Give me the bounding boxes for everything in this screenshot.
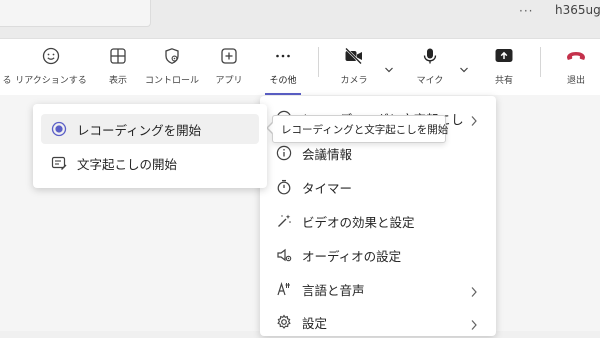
more-label: その他 [269, 76, 297, 86]
share-button[interactable]: 共有 [484, 39, 524, 95]
microphone-icon [421, 47, 439, 65]
leave-button[interactable]: 退出 [558, 39, 594, 95]
title-bar: ··· h365ug [0, 0, 600, 38]
apps-label: アプリ [215, 76, 243, 86]
gear-icon [275, 314, 293, 330]
info-icon [275, 145, 293, 161]
view-label: 表示 [108, 76, 127, 86]
tooltip-pointer-fill [268, 123, 273, 133]
record-start-icon [51, 121, 67, 137]
transcript-icon [51, 155, 67, 171]
meeting-toolbar: る リアクションする 表示 コントロール アプリ その他 カメラ マイク 共有 … [0, 38, 600, 95]
view-button[interactable]: 表示 [98, 39, 138, 95]
more-button[interactable]: その他 [263, 39, 303, 95]
menu-item-label: ビデオの効果と設定 [302, 214, 415, 230]
camera-label: カメラ [340, 76, 368, 86]
title-more-button[interactable]: ··· [519, 4, 533, 18]
grid-icon [109, 47, 127, 65]
toolbar-partial-button[interactable]: る [0, 39, 14, 95]
camera-off-icon [344, 47, 364, 65]
menu-item-label: 会議情報 [302, 146, 353, 162]
chevron-right-icon [470, 316, 478, 335]
camera-options-chevron-icon[interactable] [384, 59, 394, 78]
menu-item-video-effects[interactable]: ビデオの効果と設定 [260, 205, 496, 237]
tooltip-text: レコーディングと文字起こしを開始 [281, 123, 449, 136]
menu-item-label: オーディオの設定 [302, 248, 402, 264]
recording-tooltip: レコーディングと文字起こしを開始 [272, 115, 449, 143]
menu-item-audio-settings[interactable]: オーディオの設定 [260, 239, 496, 271]
timer-icon [275, 179, 293, 195]
share-label: 共有 [494, 76, 513, 86]
mic-options-chevron-icon[interactable] [459, 59, 469, 78]
submenu-item-label: レコーディングを開始 [77, 122, 202, 138]
video-effects-icon [275, 213, 293, 229]
menu-item-settings[interactable]: 設定 [260, 306, 496, 338]
controls-button[interactable]: コントロール [143, 39, 201, 95]
submenu-item-start-recording[interactable]: レコーディングを開始 [41, 114, 259, 144]
title-search-area[interactable] [0, 0, 151, 27]
submenu-item-start-transcription[interactable]: 文字起こしの開始 [41, 148, 259, 178]
apps-button[interactable]: アプリ [209, 39, 249, 95]
mic-button[interactable]: マイク [410, 39, 450, 95]
audio-settings-icon [275, 247, 293, 263]
add-app-icon [220, 47, 238, 65]
submenu-item-label: 文字起こしの開始 [77, 156, 178, 172]
toolbar-divider-2 [540, 47, 541, 77]
chevron-right-icon [470, 283, 478, 302]
menu-item-language[interactable]: 言語と音声 [260, 273, 496, 305]
controls-label: コントロール [144, 76, 199, 86]
reactions-button[interactable]: リアクションする [15, 39, 87, 95]
leave-label: 退出 [566, 76, 585, 86]
share-screen-icon [494, 47, 514, 65]
recording-submenu: レコーディングを開始 文字起こしの開始 [33, 104, 267, 188]
menu-item-label: 設定 [302, 315, 328, 331]
reactions-label: リアクションする [15, 76, 87, 86]
chevron-right-icon [470, 112, 478, 131]
more-dots-icon [274, 47, 292, 65]
menu-item-label: 言語と音声 [302, 282, 365, 298]
user-name[interactable]: h365ug [555, 3, 600, 17]
language-icon [275, 281, 293, 297]
menu-item-timer[interactable]: タイマー [260, 171, 496, 203]
mic-label: マイク [416, 76, 444, 86]
hang-up-icon [565, 47, 587, 65]
smile-icon [42, 47, 60, 65]
menu-item-label: タイマー [302, 180, 353, 196]
toolbar-divider [318, 47, 319, 77]
camera-button[interactable]: カメラ [334, 39, 374, 95]
shield-gear-icon [163, 47, 181, 65]
toolbar-partial-label: る [2, 76, 12, 86]
